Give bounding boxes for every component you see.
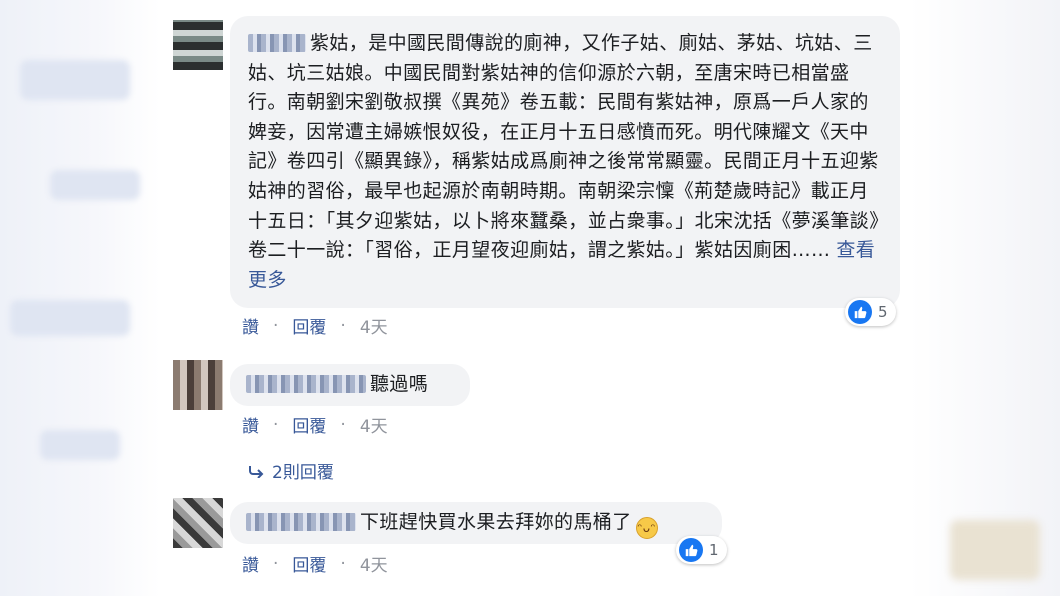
view-replies-link[interactable]: 2則回覆 <box>248 458 334 483</box>
reply-link[interactable]: 回覆 <box>292 551 326 576</box>
timestamp[interactable]: 4天 <box>360 313 388 338</box>
comment-text: 紫姑，是中國民間傳說的廁神，又作子姑、廁姑、茅姑、坑姑、三姑、坑三姑娘。中國民間… <box>248 29 882 295</box>
avatar[interactable] <box>173 360 223 410</box>
reply-link[interactable]: 回覆 <box>292 313 326 338</box>
comment-text: 下班趕快買水果去拜妳的馬桶了 ᵔᴗᵔ <box>246 508 658 539</box>
blurred-background-right <box>910 0 1060 596</box>
reply-link[interactable]: 回覆 <box>292 412 326 437</box>
timestamp[interactable]: 4天 <box>360 551 388 576</box>
reaction-count-badge[interactable]: 5 <box>845 298 896 326</box>
like-link[interactable]: 讚 <box>242 551 259 576</box>
comment-bubble: 下班趕快買水果去拜妳的馬桶了 ᵔᴗᵔ <box>230 502 722 544</box>
comment-body: 聽過嗎 <box>370 373 429 396</box>
commenter-name[interactable] <box>248 34 306 52</box>
like-icon <box>679 538 703 562</box>
comment-text: 聽過嗎 <box>246 370 428 400</box>
separator-dot: · <box>340 315 346 336</box>
comment-actions: 讚 · 回覆 · 4天 <box>242 412 388 438</box>
separator-dot: · <box>340 553 346 574</box>
separator-dot: · <box>273 553 279 574</box>
separator-dot: · <box>273 414 279 435</box>
comment-body: 紫姑，是中國民間傳說的廁神，又作子姑、廁姑、茅姑、坑姑、三姑、坑三姑娘。中國民間… <box>248 32 880 262</box>
separator-dot: · <box>340 414 346 435</box>
reply-arrow-icon <box>249 465 264 478</box>
reaction-count: 1 <box>709 541 719 559</box>
commenter-name[interactable] <box>246 512 356 531</box>
reaction-count: 5 <box>878 303 888 321</box>
like-link[interactable]: 讚 <box>242 412 259 437</box>
replies-count-label: 2則回覆 <box>272 463 334 483</box>
comment-bubble: 紫姑，是中國民間傳說的廁神，又作子姑、廁姑、茅姑、坑姑、三姑、坑三姑娘。中國民間… <box>230 16 900 308</box>
blurred-background-left <box>0 0 160 596</box>
like-link[interactable]: 讚 <box>242 313 259 338</box>
laughing-emoji-icon: ᵔᴗᵔ <box>635 516 658 539</box>
comment-actions: 讚 · 回覆 · 4天 <box>242 313 388 339</box>
comment-bubble: 聽過嗎 <box>230 364 470 406</box>
comment-body: 下班趕快買水果去拜妳的馬桶了 <box>360 510 632 533</box>
comment-actions: 讚 · 回覆 · 4天 <box>242 551 388 577</box>
like-icon <box>848 300 872 324</box>
avatar[interactable] <box>173 20 223 70</box>
avatar[interactable] <box>173 498 223 548</box>
timestamp[interactable]: 4天 <box>360 412 388 437</box>
reaction-count-badge[interactable]: 1 <box>676 536 727 564</box>
separator-dot: · <box>273 315 279 336</box>
commenter-name[interactable] <box>246 375 366 394</box>
